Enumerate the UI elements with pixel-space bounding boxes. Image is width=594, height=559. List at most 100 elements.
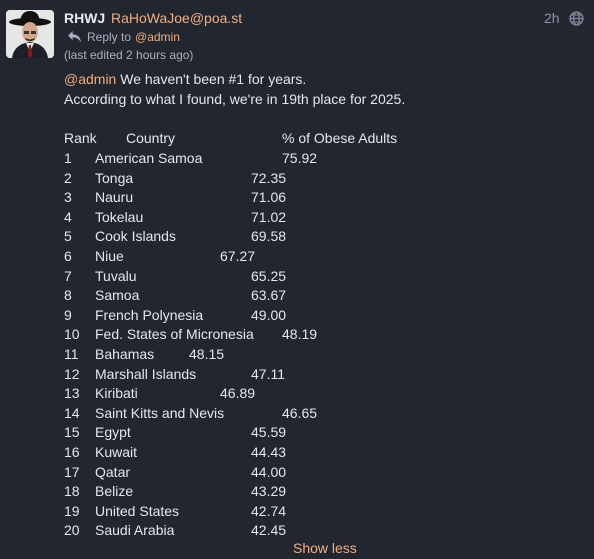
rank-cell: 2: [64, 169, 72, 186]
table-row: 1 American Samoa 75.92: [64, 149, 584, 169]
table-row: 5 Cook Islands 69.58: [64, 227, 584, 247]
rank-cell: 17: [64, 463, 80, 480]
post-content: @admin We haven't been #1 for years. Acc…: [64, 70, 405, 109]
table-header-row: Rank Country % of Obese Adults: [64, 129, 584, 149]
obese-percent-cell: 63.67: [251, 287, 287, 304]
table-row: 18 Belize 43.29: [64, 482, 584, 502]
rank-cell: 12: [64, 365, 80, 382]
obese-percent-cell: 65.25: [251, 267, 287, 284]
table-row: 3 Nauru 71.06: [64, 188, 584, 208]
globe-icon: [569, 11, 584, 26]
country-cell: Cook Islands: [95, 228, 176, 245]
rank-cell: 19: [64, 502, 80, 519]
rank-cell: 15: [64, 424, 80, 441]
rank-cell: 8: [64, 287, 72, 304]
country-cell: Marshall Islands: [95, 365, 197, 382]
table-row: 10 Fed. States of Micronesia 48.19: [64, 325, 584, 345]
display-name[interactable]: RHWJ: [64, 10, 105, 27]
country-cell: Samoa: [95, 287, 140, 304]
country-cell: American Samoa: [95, 150, 203, 166]
obese-percent-cell: 43.29: [251, 483, 287, 500]
show-less-link[interactable]: Show less: [293, 539, 357, 559]
country-cell: United States: [95, 502, 180, 519]
rank-cell: 1: [64, 150, 72, 166]
account-handle[interactable]: RaHoWaJoe@poa.st: [111, 10, 242, 27]
header-country: Country: [126, 130, 176, 146]
header-obese-percent: % of Obese Adults: [282, 130, 398, 146]
obese-percent-cell: 45.59: [251, 424, 287, 441]
mention-link[interactable]: @admin: [64, 71, 116, 87]
table-row: 19 United States 42.74: [64, 502, 584, 522]
reply-arrow-icon: [68, 31, 81, 42]
rank-cell: 4: [64, 208, 72, 225]
reply-to-label: Reply to: [87, 29, 132, 44]
obese-percent-cell: 47.11: [251, 365, 285, 382]
country-cell: Kuwait: [95, 444, 138, 460]
obese-percent-cell: 42.45: [251, 522, 287, 539]
country-cell: Saudi Arabia: [95, 522, 175, 539]
obese-percent-cell: 75.92: [282, 150, 318, 166]
table-row: 9 French Polynesia 49.00: [64, 306, 584, 326]
rank-cell: 3: [64, 189, 72, 206]
table-row: 15 Egypt 45.59: [64, 423, 584, 443]
reply-to-mention[interactable]: @admin: [135, 30, 180, 44]
content-line-1-text: We haven't been #1 for years.: [116, 71, 307, 87]
country-cell: Niue: [95, 248, 124, 264]
obese-percent-cell: 49.00: [251, 306, 287, 323]
obese-percent-cell: 67.27: [220, 248, 256, 264]
obese-percent-cell: 71.02: [251, 208, 287, 225]
country-cell: Tokelau: [95, 208, 144, 225]
obese-percent-cell: 46.65: [282, 404, 318, 421]
obese-percent-cell: 42.74: [251, 502, 287, 519]
rank-cell: 7: [64, 267, 72, 284]
obese-percent-cell: 48.15: [189, 346, 225, 362]
edited-note: (last edited 2 hours ago): [64, 48, 194, 62]
rank-cell: 10: [64, 326, 80, 343]
country-cell: Fed. States of Micronesia: [95, 326, 254, 343]
country-cell: Tuvalu: [95, 267, 137, 284]
content-line-1: @admin We haven't been #1 for years.: [64, 70, 405, 90]
obese-percent-cell: 46.89: [220, 385, 256, 402]
rank-cell: 18: [64, 483, 80, 500]
country-cell: Belize: [95, 483, 134, 500]
rank-cell: 16: [64, 444, 80, 460]
content-line-2: According to what I found, we're in 19th…: [64, 90, 406, 107]
obese-percent-cell: 69.58: [251, 228, 287, 245]
obese-percent-cell: 48.19: [282, 326, 318, 343]
rank-cell: 14: [64, 404, 80, 421]
country-cell: Saint Kitts and Nevis: [95, 404, 225, 421]
avatar-image: [6, 10, 54, 58]
country-cell: Egypt: [95, 424, 131, 441]
country-cell: Kiribati: [95, 385, 138, 402]
post-timestamp[interactable]: 2h: [544, 10, 560, 27]
rank-cell: 9: [64, 306, 72, 323]
header-rank: Rank: [64, 130, 97, 146]
avatar[interactable]: [6, 10, 54, 58]
rank-cell: 5: [64, 228, 72, 245]
country-cell: Bahamas: [95, 346, 155, 362]
table-row: 17 Qatar 44.00: [64, 463, 584, 483]
table-row: 7 Tuvalu 65.25: [64, 267, 584, 287]
country-cell: French Polynesia: [95, 306, 204, 323]
obese-percent-cell: 71.06: [251, 189, 287, 206]
rank-cell: 20: [64, 522, 80, 539]
rank-cell: 11: [64, 346, 79, 362]
reply-to-line: Reply to @admin: [68, 29, 180, 44]
table-row: 4 Tokelau 71.02: [64, 208, 584, 228]
obese-percent-cell: 72.35: [251, 169, 287, 186]
table-row: 12 Marshall Islands 47.11: [64, 365, 584, 385]
table-row: 2 Tonga 72.35: [64, 169, 584, 189]
table-row: 6 Niue 67.27: [64, 247, 584, 267]
country-cell: Nauru: [95, 189, 134, 206]
table-row: 14 Saint Kitts and Nevis 46.65: [64, 404, 584, 424]
rank-cell: 13: [64, 385, 80, 402]
table-row: 8 Samoa 63.67: [64, 286, 584, 306]
table-row: 16 Kuwait 44.43: [64, 443, 584, 463]
table-row: 11 Bahamas 48.15: [64, 345, 584, 365]
country-cell: Qatar: [95, 463, 131, 480]
country-cell: Tonga: [95, 169, 134, 186]
table-row: 13 Kiribati 46.89: [64, 384, 584, 404]
rank-cell: 6: [64, 248, 72, 264]
obese-percent-cell: 44.00: [251, 463, 287, 480]
obese-percent-cell: 44.43: [251, 444, 287, 460]
